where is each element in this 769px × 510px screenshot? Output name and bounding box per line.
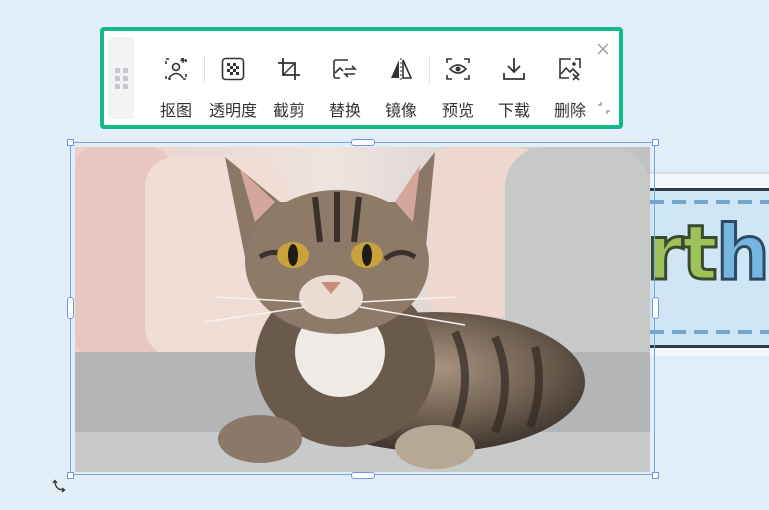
toolbar-drag-handle[interactable] [108, 37, 134, 119]
selected-image-frame[interactable] [70, 142, 655, 475]
delete-button[interactable]: 删除 [542, 31, 598, 125]
delete-label: 删除 [553, 101, 586, 120]
download-button[interactable]: 下载 [486, 31, 542, 125]
replace-button[interactable]: 替换 [317, 31, 373, 125]
crop-label: 截剪 [272, 101, 305, 120]
drag-dots-icon [114, 67, 128, 89]
banner-text-main: rt [645, 207, 720, 299]
banner-text-highlight: h [714, 207, 769, 299]
download-label: 下载 [497, 101, 530, 120]
cutout-button[interactable]: 抠图 [148, 31, 204, 125]
banner-dash-bottom [650, 330, 769, 334]
crop-button[interactable]: 截剪 [261, 31, 317, 125]
replace-label: 替换 [328, 101, 361, 120]
image-toolbar: 抠图 透明度 截剪 替换 镜像 预览 下载 删除 [100, 27, 623, 129]
resize-handle-top-left[interactable] [67, 139, 74, 146]
download-icon [500, 55, 528, 83]
banner-text: rth [645, 207, 769, 299]
mirror-icon [387, 55, 415, 83]
resize-handle-bottom-left[interactable] [67, 472, 74, 479]
close-icon[interactable] [595, 41, 611, 57]
banner-dash-top [650, 200, 769, 204]
transparency-label: 透明度 [208, 101, 257, 120]
delete-image-icon [556, 55, 584, 83]
mirror-label: 镜像 [384, 101, 417, 120]
crop-icon [275, 55, 303, 83]
rotate-icon[interactable] [52, 478, 68, 494]
resize-handle-top[interactable] [351, 139, 375, 146]
preview-icon [444, 55, 472, 83]
replace-icon [331, 55, 359, 83]
resize-handle-top-right[interactable] [652, 139, 659, 146]
cat-photo-illustration [75, 147, 650, 472]
preview-button[interactable]: 预览 [430, 31, 486, 125]
cutout-label: 抠图 [159, 101, 192, 120]
resize-handle-bottom[interactable] [351, 472, 375, 479]
mirror-button[interactable]: 镜像 [373, 31, 429, 125]
cutout-icon [162, 55, 190, 83]
collapse-icon[interactable] [597, 101, 611, 115]
transparency-button[interactable]: 透明度 [205, 31, 261, 125]
canvas-banner[interactable]: rth [645, 172, 769, 356]
preview-label: 预览 [441, 101, 474, 120]
cat-photo[interactable] [75, 147, 650, 472]
resize-handle-left[interactable] [67, 297, 74, 319]
transparency-icon [219, 55, 247, 83]
resize-handle-bottom-right[interactable] [652, 472, 659, 479]
resize-handle-right[interactable] [652, 297, 659, 319]
toolbar-tools: 抠图 透明度 截剪 替换 镜像 预览 下载 删除 [148, 31, 598, 125]
